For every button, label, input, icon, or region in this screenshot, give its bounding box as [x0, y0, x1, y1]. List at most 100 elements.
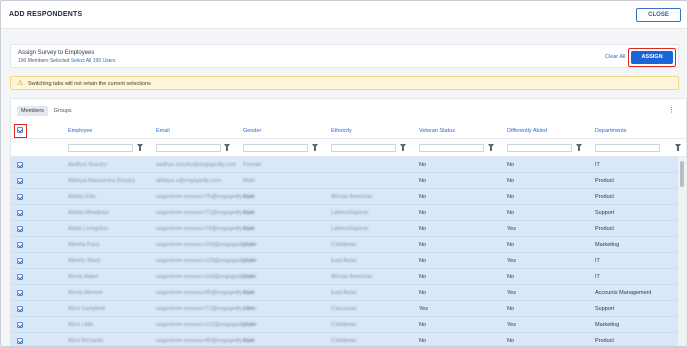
- department-cell: IT: [595, 258, 600, 264]
- employee-cell: Alice Little: [68, 322, 94, 328]
- employee-cell: Adrian Meadows: [68, 210, 109, 216]
- filter-icon[interactable]: [488, 144, 494, 151]
- row-checkbox[interactable]: [17, 258, 23, 264]
- select-all-checkbox[interactable]: [17, 127, 23, 133]
- column-header-departments[interactable]: Departments: [595, 128, 627, 134]
- filter-icon[interactable]: [675, 144, 681, 151]
- filter-icon[interactable]: [400, 144, 406, 151]
- filter-icon[interactable]: [137, 144, 143, 151]
- employee-cell: Alberto Ward: [68, 258, 100, 264]
- employee-cell: Alexis Baker: [68, 274, 99, 280]
- departments-filter-input[interactable]: [595, 144, 660, 152]
- modal-title: ADD RESPONDENTS: [9, 11, 83, 18]
- row-checkbox[interactable]: [17, 242, 23, 248]
- email-cell: abhaya.s@engagedly.com: [156, 178, 221, 184]
- ethnicity-cell: Latino/Hispanic: [331, 210, 369, 216]
- department-cell: Marketing: [595, 322, 620, 328]
- table-row[interactable]: Adrian Meadows nagashree.mavuru+71@engag…: [11, 205, 678, 221]
- filter-icon[interactable]: [312, 144, 318, 151]
- scrollbar-thumb[interactable]: [680, 161, 684, 187]
- gender-cell: Male: [243, 178, 255, 184]
- ethnicity-cell: Caucasian: [331, 306, 357, 312]
- close-button[interactable]: CLOSE: [636, 8, 681, 22]
- tab-members[interactable]: Members: [17, 106, 48, 116]
- column-header-gender[interactable]: Gender: [243, 128, 261, 134]
- table-row[interactable]: Alexis Baker nagashree.mavuru+118@engage…: [11, 269, 678, 285]
- row-checkbox[interactable]: [17, 338, 23, 344]
- table-row[interactable]: Alexis Winmel nagashree.mavuru+95@engage…: [11, 285, 678, 301]
- table-row[interactable]: Alice Campbell nagashree.mavuru+77@engag…: [11, 301, 678, 317]
- table-row[interactable]: Aidan Livingston nagashree.mavuru+74@eng…: [11, 221, 678, 237]
- veteran-filter-input[interactable]: [419, 144, 484, 152]
- email-cell: nagashree.mavuru+103@engagedly.com: [156, 242, 257, 248]
- employee-filter-input[interactable]: [68, 144, 133, 152]
- ethnicity-cell: African American: [331, 194, 373, 200]
- veteran-cell: No: [419, 162, 427, 168]
- email-cell: nagashree.mavuru+95@engagedly.com: [156, 290, 254, 296]
- gender-cell: Male: [243, 322, 255, 328]
- table-row[interactable]: Adrian Ellis nagashree.mavuru+75@engaged…: [11, 189, 678, 205]
- tab-groups[interactable]: Groups: [50, 106, 76, 116]
- email-cell: nagashree.mavuru+74@engagedly.com: [156, 226, 254, 232]
- veteran-cell: No: [419, 274, 427, 280]
- department-cell: Product: [595, 178, 614, 184]
- table-row[interactable]: Aadhya Shastry aadhya.shastry@engagedly.…: [11, 157, 678, 173]
- row-checkbox[interactable]: [17, 194, 23, 200]
- table-row[interactable]: Abhaya Narasimha Shastry abhaya.s@engage…: [11, 173, 678, 189]
- row-checkbox[interactable]: [17, 162, 23, 168]
- department-cell: Support: [595, 306, 615, 312]
- assign-button[interactable]: ASSIGN: [631, 51, 673, 64]
- gender-cell: Female: [243, 162, 262, 168]
- veteran-cell: No: [419, 226, 427, 232]
- abled-cell: Yes: [507, 258, 516, 264]
- veteran-cell: No: [419, 194, 427, 200]
- table-row[interactable]: Alberta Pace nagashree.mavuru+103@engage…: [11, 237, 678, 253]
- more-options-icon[interactable]: ⋮: [668, 106, 675, 114]
- warning-icon: ⚠: [17, 80, 24, 87]
- table-row[interactable]: Alberto Ward nagashree.mavuru+125@engage…: [11, 253, 678, 269]
- row-checkbox[interactable]: [17, 274, 23, 280]
- abled-cell: Yes: [507, 290, 516, 296]
- assign-title: Assign Survey to Employees: [18, 50, 95, 56]
- email-cell: nagashree.mavuru+71@engagedly.com: [156, 210, 254, 216]
- ethnicity-filter-input[interactable]: [331, 144, 396, 152]
- row-checkbox[interactable]: [17, 210, 23, 216]
- ethnicity-cell: East Asian: [331, 290, 357, 296]
- column-header-ethnicity[interactable]: Ethnicity: [331, 128, 352, 134]
- row-checkbox[interactable]: [17, 322, 23, 328]
- tab-bar: Members Groups: [17, 106, 76, 116]
- table-row[interactable]: Alice Richards nagashree.mavuru+90@engag…: [11, 333, 678, 346]
- selected-count: 100 Members Selected: [18, 58, 70, 64]
- ethnicity-cell: Latino/Hispanic: [331, 226, 369, 232]
- column-header-veteran-status[interactable]: Veteran Status: [419, 128, 455, 134]
- gender-filter-input[interactable]: [243, 144, 308, 152]
- row-checkbox[interactable]: [17, 306, 23, 312]
- veteran-cell: Yes: [419, 306, 428, 312]
- abled-cell: Yes: [507, 322, 516, 328]
- department-cell: Product: [595, 226, 614, 232]
- column-header-email[interactable]: Email: [156, 128, 170, 134]
- employee-cell: Aadhya Shastry: [68, 162, 107, 168]
- abled-filter-input[interactable]: [507, 144, 572, 152]
- employee-cell: Adrian Ellis: [68, 194, 96, 200]
- abled-cell: No: [507, 178, 515, 184]
- table-row[interactable]: Alice Little nagashree.mavuru+122@engage…: [11, 317, 678, 333]
- column-header-employee[interactable]: Employee: [68, 128, 92, 134]
- gender-cell: Male: [243, 274, 255, 280]
- row-checkbox[interactable]: [17, 290, 23, 296]
- row-checkbox[interactable]: [17, 226, 23, 232]
- table-body: Aadhya Shastry aadhya.shastry@engagedly.…: [11, 157, 678, 346]
- email-cell: nagashree.mavuru+125@engagedly.com: [156, 258, 257, 264]
- filter-icon[interactable]: [224, 144, 230, 151]
- abled-cell: No: [507, 194, 515, 200]
- table-scrollbar[interactable]: [678, 157, 687, 346]
- row-checkbox[interactable]: [17, 178, 23, 184]
- ethnicity-cell: African American: [331, 274, 373, 280]
- select-all-link[interactable]: Select All 195 Users: [71, 58, 116, 64]
- filter-icon[interactable]: [576, 144, 582, 151]
- column-header-differently-abled[interactable]: Differently Abled: [507, 128, 547, 134]
- email-filter-input[interactable]: [156, 144, 221, 152]
- email-cell: nagashree.mavuru+118@engagedly.com: [156, 274, 257, 280]
- clear-all-link[interactable]: Clear All: [605, 54, 625, 60]
- department-cell: Product: [595, 194, 614, 200]
